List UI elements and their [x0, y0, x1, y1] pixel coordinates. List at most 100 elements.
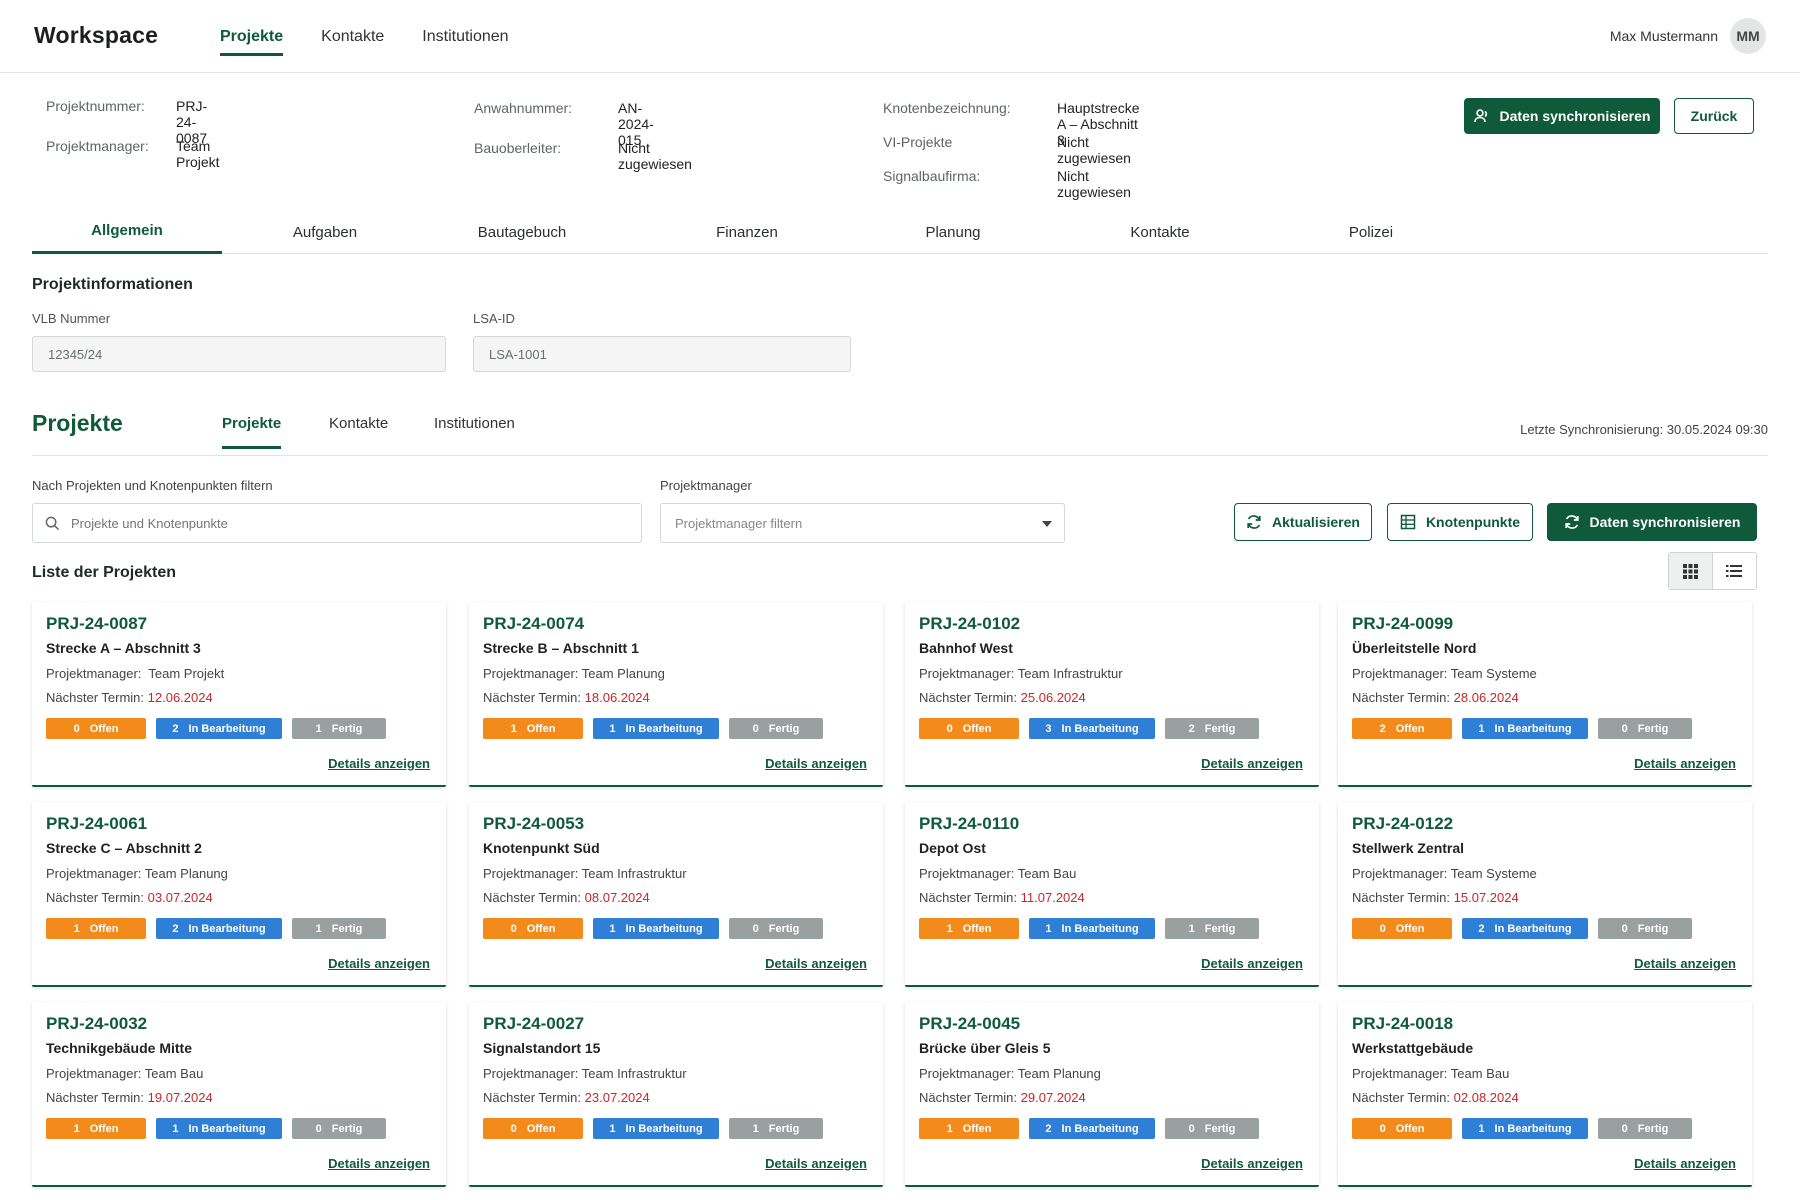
status-badge-in-bearbeitung: 2 In Bearbeitung	[156, 918, 282, 939]
details-link[interactable]: Details anzeigen	[328, 756, 430, 771]
list-title: Liste der Projekten	[32, 564, 177, 581]
sync-icon	[1564, 515, 1579, 529]
card-project-manager: Projektmanager: Team Planung	[46, 866, 228, 881]
pm-filter-select[interactable]: Projektmanager filtern	[660, 503, 1065, 543]
info-label: Anwahnummer:	[474, 100, 573, 116]
date-value: 11.07.2024	[1020, 890, 1085, 905]
avatar[interactable]: MM	[1730, 18, 1766, 54]
details-link[interactable]: Details anzeigen	[1201, 1156, 1303, 1171]
search-input[interactable]	[71, 504, 631, 542]
details-link[interactable]: Details anzeigen	[1634, 756, 1736, 771]
project-card[interactable]: PRJ-24-0087 Strecke A – Abschnitt 3 Proj…	[32, 602, 446, 787]
status-badge-fertig: 0 Fertig	[729, 718, 823, 739]
pm-value: Team Infrastruktur	[1017, 666, 1123, 681]
tab-aufgaben[interactable]: Aufgaben	[250, 210, 400, 254]
status-badge-fertig: 0 Fertig	[292, 1118, 386, 1139]
project-card[interactable]: PRJ-24-0074 Strecke B – Abschnitt 1 Proj…	[469, 602, 883, 787]
date-value: 18.06.2024	[584, 690, 650, 705]
date-prefix: Nächster Termin:	[1352, 690, 1451, 705]
refresh-button[interactable]: Aktualisieren	[1234, 503, 1372, 541]
status-badge-in-bearbeitung: 2 In Bearbeitung	[1462, 918, 1588, 939]
lsa-input[interactable]: LSA-1001	[473, 336, 851, 372]
main-tabs: Allgemein Aufgaben Bautagebuch Finanzen …	[32, 210, 1768, 254]
project-card[interactable]: PRJ-24-0099 Überleitstelle Nord Projektm…	[1338, 602, 1752, 787]
subtab-projekte[interactable]: Projekte	[222, 415, 282, 456]
sync-button[interactable]: Daten synchronisieren	[1547, 503, 1757, 541]
subtab-kontakte[interactable]: Kontakte	[329, 415, 388, 456]
details-link[interactable]: Details anzeigen	[328, 956, 430, 971]
card-project-id[interactable]: PRJ-24-0027	[483, 1014, 584, 1034]
project-card[interactable]: PRJ-24-0027 Signalstandort 15 Projektman…	[469, 1002, 883, 1187]
project-card[interactable]: PRJ-24-0122 Stellwerk Zentral Projektman…	[1338, 802, 1752, 987]
status-badge-offen: 0 Offen	[919, 718, 1019, 739]
subtab-institutionen[interactable]: Institutionen	[434, 415, 515, 456]
card-project-manager: Projektmanager: Team Projekt	[46, 666, 224, 681]
top-nav-kontakte[interactable]: Kontakte	[321, 0, 384, 73]
status-badges: 0 Offen 2 In Bearbeitung 0 Fertig	[1352, 918, 1702, 939]
tab-bautagebuch[interactable]: Bautagebuch	[447, 210, 597, 254]
date-value: 29.07.2024	[1020, 1090, 1086, 1105]
card-project-id[interactable]: PRJ-24-0018	[1352, 1014, 1453, 1034]
card-project-id[interactable]: PRJ-24-0099	[1352, 614, 1453, 634]
project-card[interactable]: PRJ-24-0032 Technikgebäude Mitte Projekt…	[32, 1002, 446, 1187]
card-next-date: Nächster Termin: 03.07.2024	[46, 890, 213, 905]
knotenpunkte-button[interactable]: Knotenpunkte	[1387, 503, 1533, 541]
card-next-date: Nächster Termin: 29.07.2024	[919, 1090, 1086, 1105]
tab-kontakte[interactable]: Kontakte	[1085, 210, 1235, 254]
project-card[interactable]: PRJ-24-0045 Brücke über Gleis 5 Projektm…	[905, 1002, 1319, 1187]
project-card[interactable]: PRJ-24-0102 Bahnhof West Projektmanager:…	[905, 602, 1319, 787]
card-project-id[interactable]: PRJ-24-0087	[46, 614, 147, 634]
pm-prefix: Projektmanager:	[919, 866, 1015, 881]
pm-value: Team Planung	[1017, 1066, 1101, 1081]
project-info-title: Projektinformationen	[32, 276, 193, 293]
brand-logo[interactable]: Workspace	[34, 22, 158, 49]
card-project-id[interactable]: PRJ-24-0110	[919, 814, 1019, 834]
details-link[interactable]: Details anzeigen	[328, 1156, 430, 1171]
grid-view-button[interactable]	[1669, 553, 1713, 589]
project-card[interactable]: PRJ-24-0018 Werkstattgebäude Projektmana…	[1338, 1002, 1752, 1187]
card-project-id[interactable]: PRJ-24-0053	[483, 814, 584, 834]
card-project-name: Signalstandort 15	[483, 1040, 601, 1056]
details-link[interactable]: Details anzeigen	[1201, 756, 1303, 771]
tab-polizei[interactable]: Polizei	[1296, 210, 1446, 254]
card-next-date: Nächster Termin: 25.06.2024	[919, 690, 1086, 705]
list-view-button[interactable]	[1713, 553, 1757, 589]
details-link[interactable]: Details anzeigen	[765, 956, 867, 971]
details-link[interactable]: Details anzeigen	[765, 1156, 867, 1171]
sync-users-icon	[1473, 109, 1487, 123]
vlb-label: VLB Nummer	[32, 311, 111, 326]
table-icon	[1400, 514, 1416, 530]
pm-value: Team Planung	[144, 866, 228, 881]
info-signalbaufirma: Signalbaufirma: Nicht zugewiesen	[883, 168, 1131, 200]
status-badges: 0 Offen 2 In Bearbeitung 1 Fertig	[46, 718, 396, 739]
card-project-id[interactable]: PRJ-24-0074	[483, 614, 584, 634]
card-project-id[interactable]: PRJ-24-0102	[919, 614, 1020, 634]
card-project-id[interactable]: PRJ-24-0045	[919, 1014, 1020, 1034]
details-link[interactable]: Details anzeigen	[1201, 956, 1303, 971]
date-prefix: Nächster Termin:	[483, 890, 582, 905]
pm-value: Team Systeme	[1450, 666, 1537, 681]
search-field[interactable]	[32, 503, 642, 543]
card-project-id[interactable]: PRJ-24-0061	[46, 814, 147, 834]
tab-allgemein[interactable]: Allgemein	[32, 210, 222, 254]
card-next-date: Nächster Termin: 23.07.2024	[483, 1090, 650, 1105]
header-sync-button[interactable]: Daten synchronisieren	[1464, 98, 1660, 134]
card-project-id[interactable]: PRJ-24-0122	[1352, 814, 1453, 834]
back-button[interactable]: Zurück	[1674, 98, 1754, 134]
details-link[interactable]: Details anzeigen	[765, 756, 867, 771]
vlb-input[interactable]: 12345/24	[32, 336, 446, 372]
project-card[interactable]: PRJ-24-0110 Depot Ost Projektmanager: Te…	[905, 802, 1319, 987]
details-link[interactable]: Details anzeigen	[1634, 1156, 1736, 1171]
list-icon	[1726, 565, 1743, 577]
card-project-name: Stellwerk Zentral	[1352, 840, 1465, 856]
date-value: 25.06.2024	[1020, 690, 1086, 705]
top-nav-projekte[interactable]: Projekte	[220, 0, 284, 73]
details-link[interactable]: Details anzeigen	[1634, 956, 1736, 971]
user-menu[interactable]: Max Mustermann MM	[1610, 18, 1766, 54]
project-card[interactable]: PRJ-24-0061 Strecke C – Abschnitt 2 Proj…	[32, 802, 446, 987]
card-project-id[interactable]: PRJ-24-0032	[46, 1014, 147, 1034]
tab-finanzen[interactable]: Finanzen	[672, 210, 822, 254]
project-card[interactable]: PRJ-24-0053 Knotenpunkt Süd Projektmanag…	[469, 802, 883, 987]
top-nav-institutionen[interactable]: Institutionen	[422, 0, 508, 73]
tab-planung[interactable]: Planung	[878, 210, 1028, 254]
